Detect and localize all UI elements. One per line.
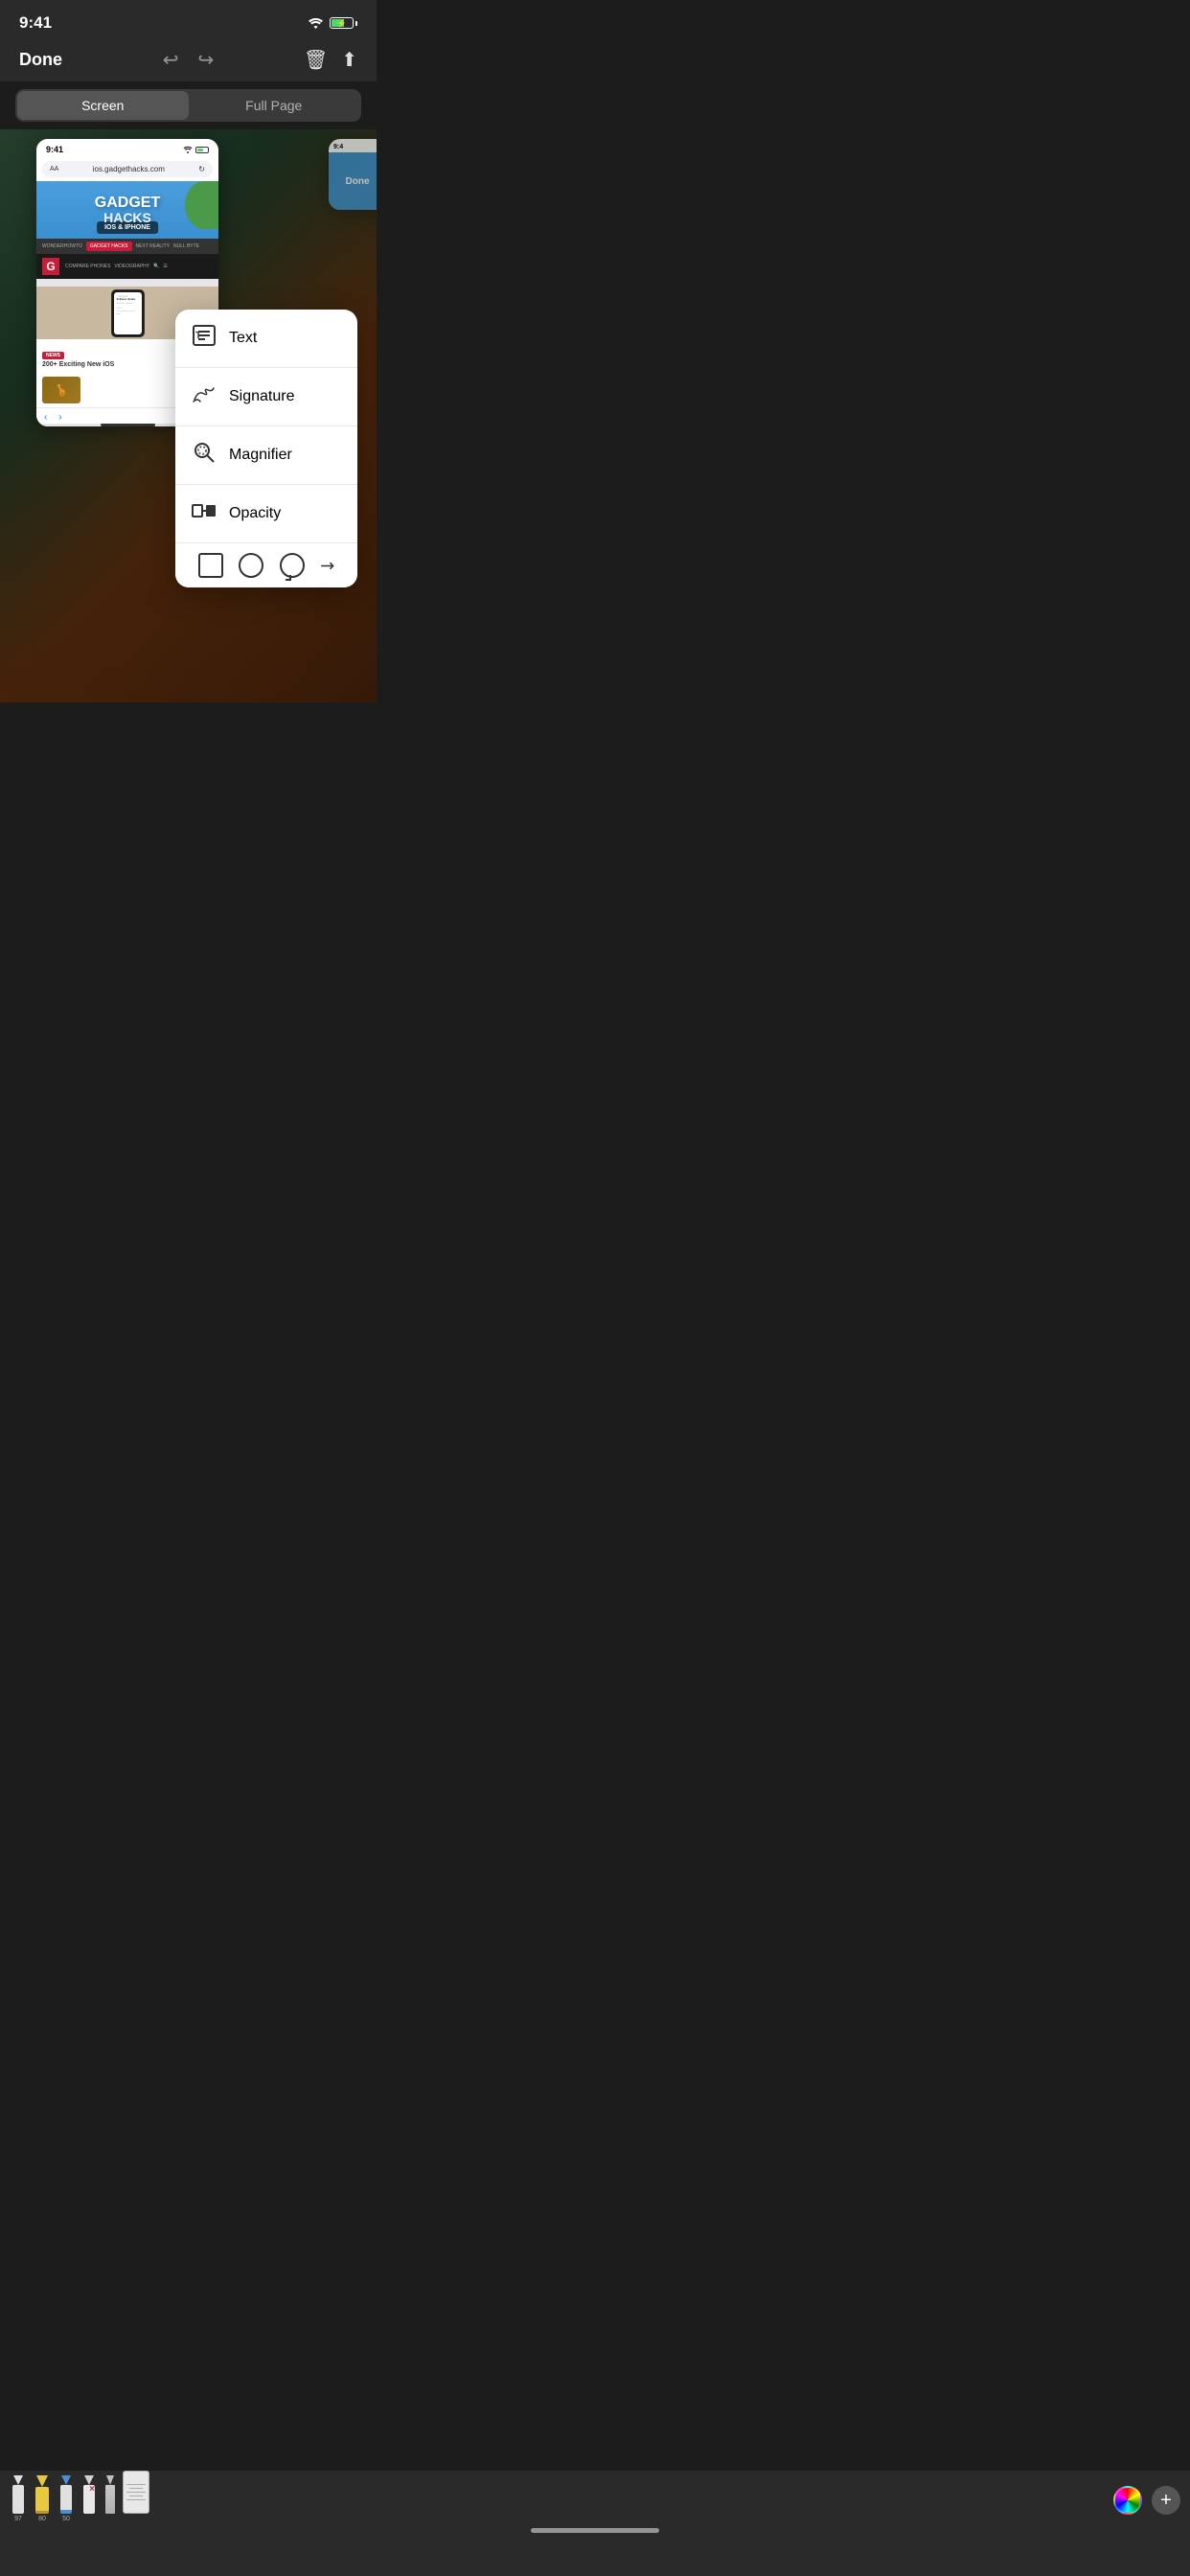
card-url-bar: AA ios.gadgethacks.com ↻ [42,161,213,177]
card-divider [36,279,218,287]
popup-opacity-item[interactable]: Opacity [175,485,357,543]
screenshot-card-peek: 9:4 Done [329,139,377,210]
popup-magnifier-item[interactable]: Magnifier [175,426,357,485]
shape-arrow-icon[interactable]: ↗ [315,553,340,578]
svg-text:T: T [195,331,201,341]
popup-text-item[interactable]: T Text [175,310,357,368]
card-thumb-1: 🦒 [42,377,80,403]
card-hero-title: GADGET HACKS [95,195,160,226]
card-wifi-icon [183,146,193,153]
tool-pencil[interactable] [103,2475,117,2522]
card-hero: GADGET HACKS IOS & IPHONE [36,181,218,239]
opacity-icon [191,497,217,530]
magnifier-icon [191,439,217,472]
nav-nextreality: NEXT REALITY [136,243,170,249]
done-button[interactable]: Done [19,50,103,70]
battery-bolt-icon: ⚡ [337,19,347,28]
card-back-arrow: ‹ [44,412,47,423]
drawing-tools-row: 97 80 50 [0,2471,1190,2522]
shape-square-icon[interactable] [198,553,223,578]
tool-pen-yellow[interactable]: 80 [33,2475,52,2522]
undo-button[interactable]: ↩ [163,48,179,72]
add-tool-button[interactable]: + [1152,2486,1180,2515]
battery-container: ⚡ [330,17,357,29]
card-forward-arrow: › [58,412,61,423]
card-url: ios.gadgethacks.com [64,165,193,173]
segment-screen[interactable]: Screen [17,91,189,120]
battery-body: ⚡ [330,17,354,29]
nav-wonderhowto: WONDERHOWTO [42,243,82,249]
color-picker-button[interactable] [1113,2486,1142,2515]
pen-black-opacity: 97 [14,2516,22,2522]
tool-pen-black[interactable]: 97 [10,2475,27,2522]
pen-blue-opacity: 50 [62,2516,70,2522]
card-time: 9:41 [46,145,63,154]
segment-control: Screen Full Page [15,89,361,122]
popup-menu: T Text Signature [175,310,357,587]
phone-screen: ◁ General Software Update Automatic Upda… [114,292,142,334]
popup-signature-label: Signature [229,388,295,405]
tools-right: + [1113,2486,1180,2522]
card-aa: AA [50,166,58,172]
shape-circle-icon[interactable] [239,553,263,578]
eraser-label [88,2516,90,2522]
tool-pen-blue[interactable]: 50 [57,2475,75,2522]
card-nav-bar: WONDERHOWTO GADGET HACKS NEXT REALITY NU… [36,239,218,254]
card-refresh-icon: ↻ [198,165,205,173]
battery-tip [355,21,357,26]
text-box-icon: T [191,322,217,355]
pen-yellow-opacity: 80 [38,2516,46,2522]
wifi-icon [308,17,324,30]
tool-ruler[interactable] [123,2471,149,2522]
shape-bubble-icon[interactable] [280,553,305,578]
peek-content: Done [329,152,377,210]
popup-magnifier-label: Magnifier [229,447,292,464]
eraser-x-icon: × [89,2485,95,2495]
popup-text-label: Text [229,330,257,347]
toolbar-center: ↩ ↪ [103,48,273,72]
tool-eraser[interactable]: × [80,2475,98,2522]
edit-toolbar: Done ↩ ↪ 🗑 ⬆ [0,38,377,81]
status-bar: 9:41 ⚡ [0,0,377,38]
redo-button[interactable]: ↪ [198,48,215,72]
card-news-badge: NEWS [42,352,64,359]
shape-bubble-wrapper [280,553,305,578]
popup-opacity-label: Opacity [229,505,281,522]
share-button[interactable]: ⬆ [341,48,357,72]
card-status-bar: 9:41 [36,139,218,157]
card-green-blob [185,181,218,229]
card-scroll-thumb [101,424,155,426]
home-indicator [531,2528,659,2533]
phone-mockup: ◁ General Software Update Automatic Upda… [111,289,145,337]
signature-icon [191,380,217,413]
content-area: 9:41 AA ios.gadgethacks.com ↻ [0,129,377,702]
nav-gadgethacks: GADGET HACKS [86,242,132,251]
card-logo-bar: G COMPARE PHONES VIDEOGRAPHY 🔍 ☰ [36,254,218,279]
tools-left: 97 80 50 [10,2471,149,2522]
status-time: 9:41 [19,13,52,33]
drawing-toolbar: 97 80 50 [0,2471,1190,2576]
status-icons: ⚡ [308,17,357,30]
nav-nullbyte: NULL BYTE [173,243,199,249]
trash-button[interactable]: 🗑 [304,48,328,72]
toolbar-right: 🗑 ⬆ [273,48,357,72]
card-logo-g: G [42,258,59,275]
card-logo-links: COMPARE PHONES VIDEOGRAPHY 🔍 ☰ [65,264,168,269]
popup-signature-item[interactable]: Signature [175,368,357,426]
segment-fullpage[interactable]: Full Page [189,91,360,120]
peek-status: 9:4 [329,139,377,152]
popup-shapes-row: ↗ [175,543,357,587]
